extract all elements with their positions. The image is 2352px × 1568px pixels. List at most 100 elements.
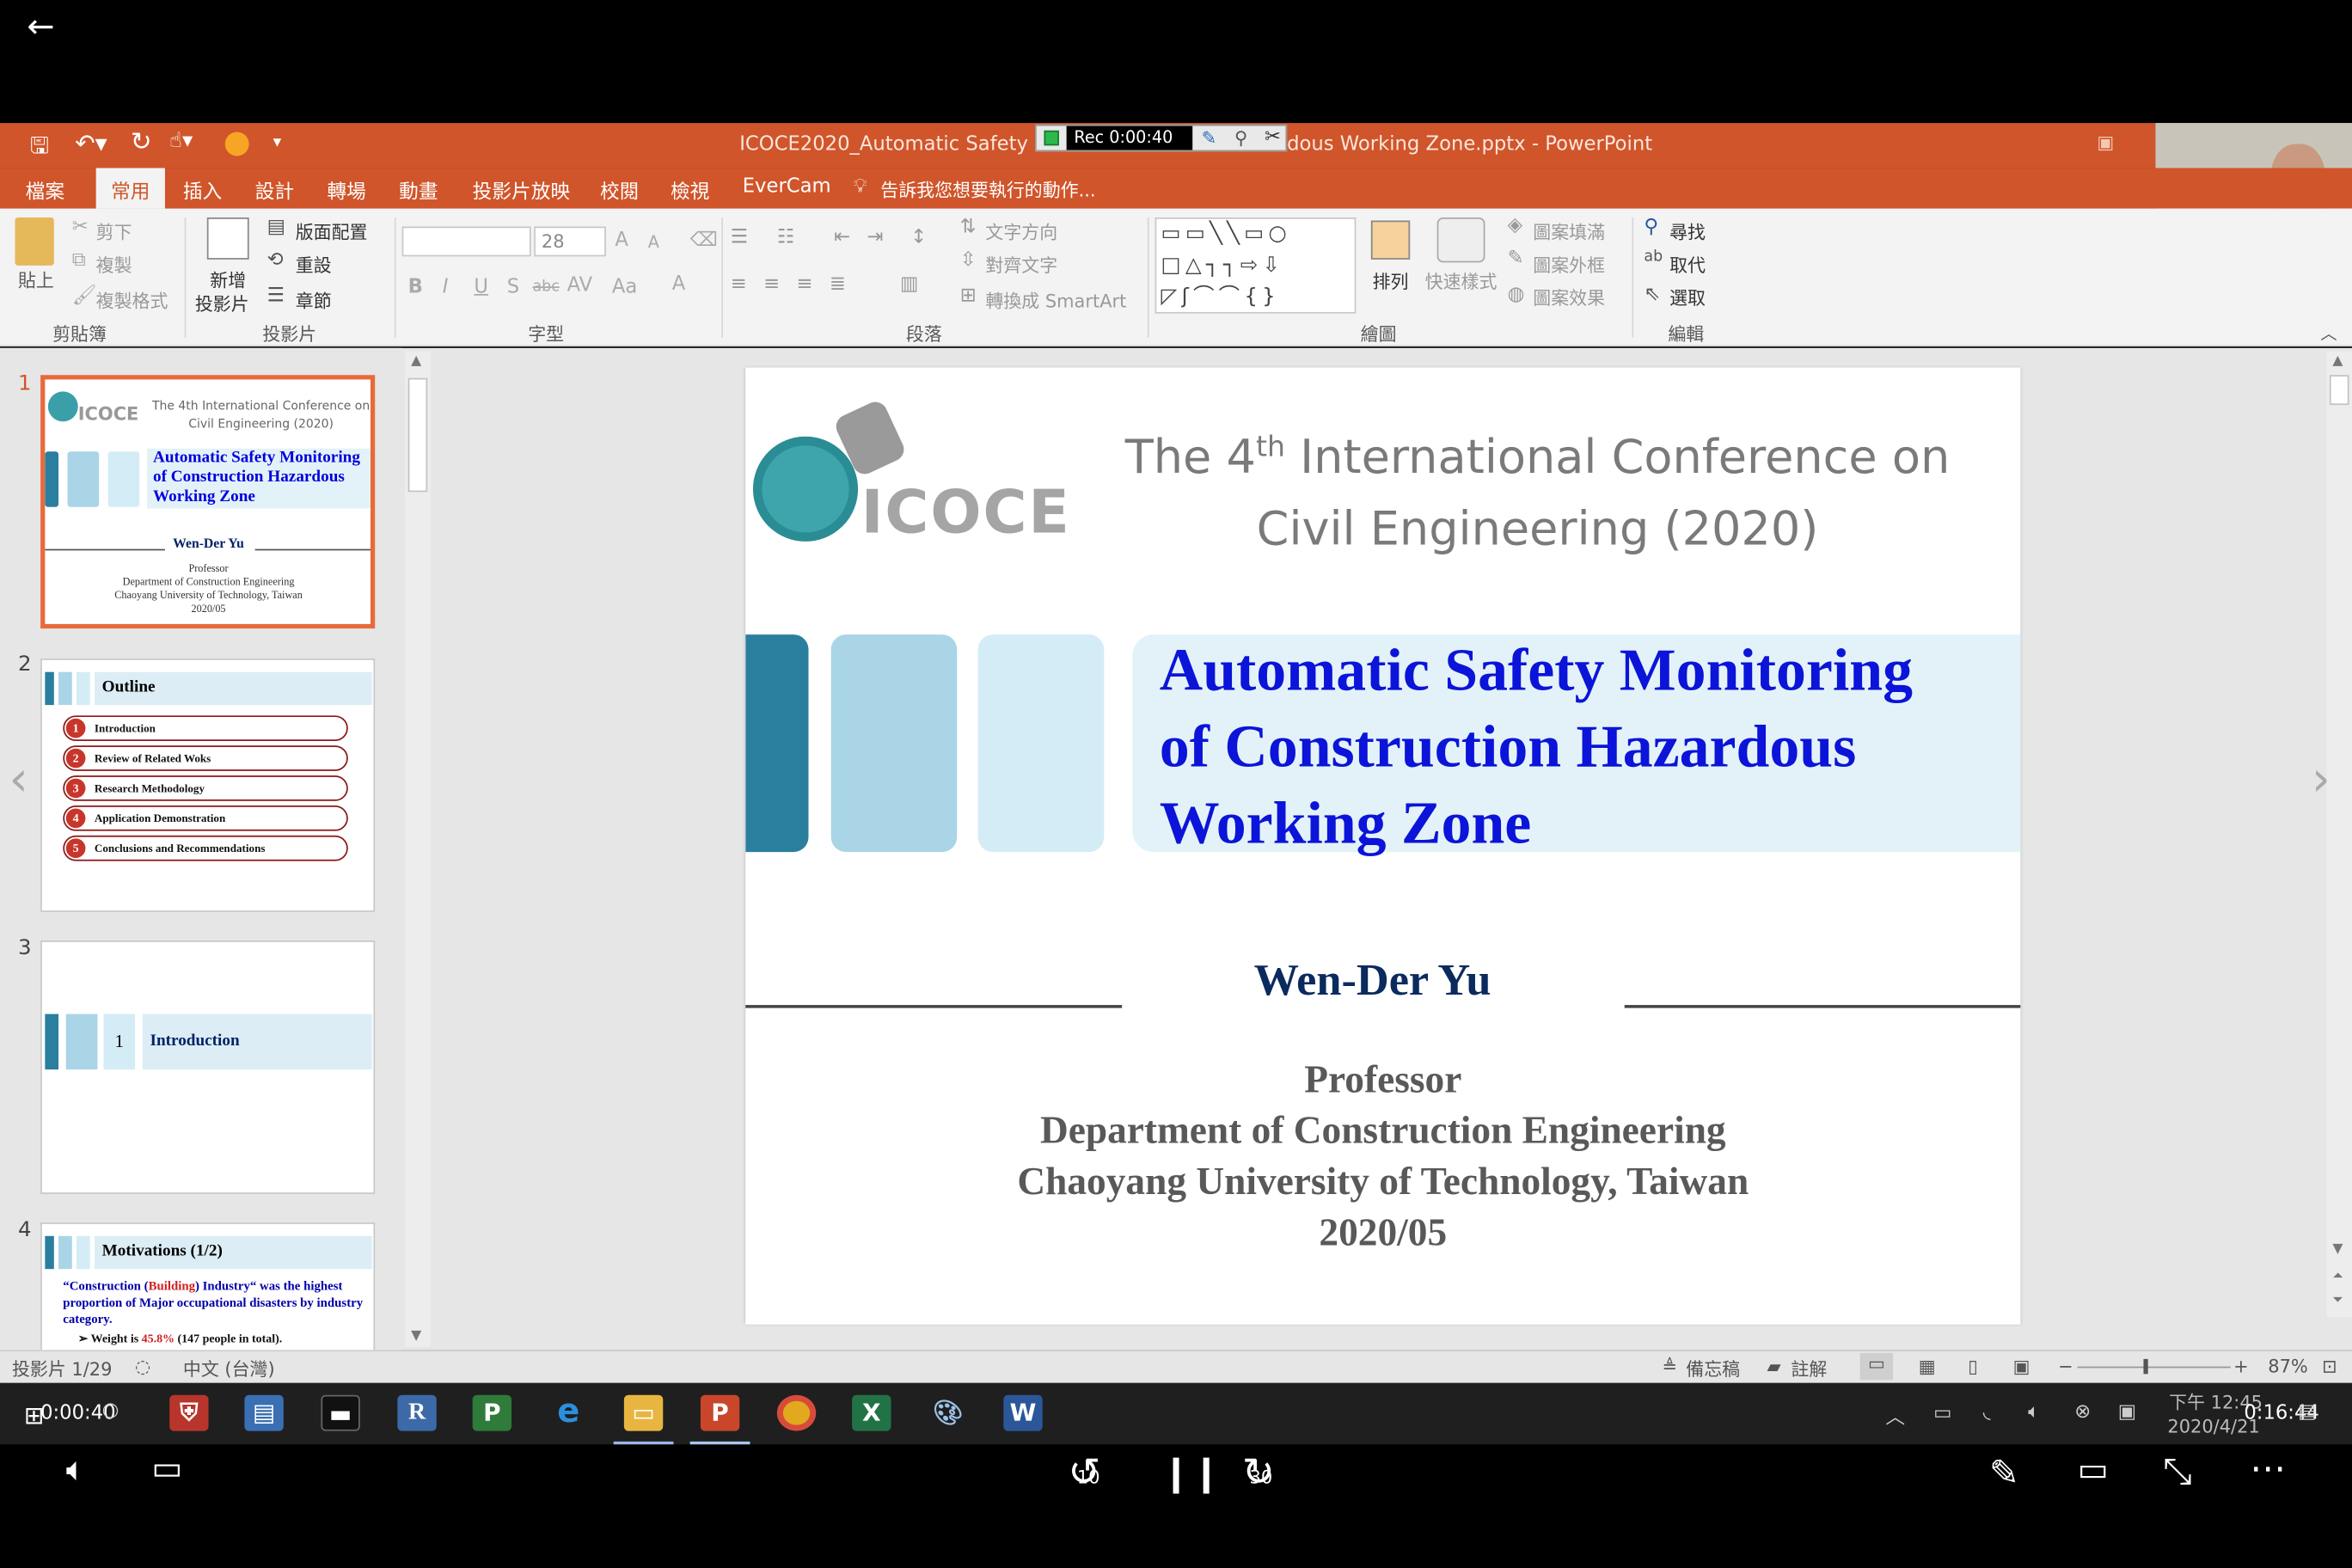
undo-icon[interactable]: ↶▾ [75,129,107,157]
project-app-icon[interactable]: P [472,1394,512,1431]
search-icon[interactable]: ○ [102,1400,119,1422]
tab-animations[interactable]: 動畫 [399,175,438,204]
pen-icon[interactable]: ✎ [1989,1452,2019,1494]
comments-button[interactable]: 註解 [1791,1356,1827,1381]
layout-button[interactable]: 版面配置 [296,219,368,245]
justify-icon[interactable]: ≣ [830,273,846,296]
italic-icon[interactable]: I [443,276,449,298]
show-hidden-icons-icon[interactable]: ︿ [1885,1401,1905,1430]
fit-slide-icon[interactable]: ⊡ [2322,1356,2337,1376]
increase-indent-icon[interactable]: ⇥ [867,226,884,248]
next-slide-nav-icon[interactable]: ⏷ [2332,1293,2343,1308]
volume-control-icon[interactable]: 🔈︎ [66,1452,86,1490]
font-color-icon[interactable]: A [672,273,686,296]
normal-view-icon[interactable]: ▭ [1859,1352,1894,1381]
customize-qat-icon[interactable]: ▾ [273,132,282,152]
ribbon-display-icon[interactable]: ▣ [2097,132,2114,153]
numbering-icon[interactable]: ☷ [777,226,794,248]
tab-evercam[interactable]: EverCam [743,175,831,198]
tab-review[interactable]: 校閱 [600,175,639,204]
shadow-icon[interactable]: S [507,276,519,298]
bullets-icon[interactable]: ☰ [731,226,748,248]
more-options-icon[interactable]: ⋯ [2250,1448,2286,1490]
recorder-stop-icon[interactable]: ✂ [1265,126,1281,149]
scroll-thumb[interactable] [2329,375,2349,406]
zoom-in-icon[interactable]: + [2233,1356,2249,1376]
align-center-icon[interactable]: ≡ [763,273,780,296]
wifi-icon[interactable]: ◟ [1983,1401,1991,1424]
convert-smartart-button[interactable]: 轉換成 SmartArt [985,288,1126,314]
collapse-ribbon-icon[interactable]: ︿ [2320,321,2337,345]
paint-app-icon[interactable]: 🎨︎ [928,1395,967,1431]
chrome-browser-icon[interactable] [776,1394,817,1431]
save-icon[interactable]: 🖫 [30,131,49,168]
recorder-settings-icon[interactable]: ⚲ [1234,127,1247,148]
shape-effects-button[interactable]: 圖案效果 [1533,285,1605,311]
prev-slide-icon[interactable]: ⏶ [2332,1269,2343,1283]
arrange-icon[interactable] [1370,220,1411,260]
zoom-level[interactable]: 87% [2268,1356,2308,1376]
tab-insert[interactable]: 插入 [183,175,222,204]
font-name-box[interactable] [401,226,531,257]
main-slide[interactable]: ICOCE The 4th International Conference o… [745,367,2021,1325]
underline-icon[interactable]: U [474,276,488,298]
new-slide-label-2[interactable]: 投影片 [195,291,249,317]
format-painter-button[interactable]: 複製格式 [96,288,168,314]
copy-button[interactable]: 複製 [96,252,132,278]
scroll-up-icon[interactable]: ▲ [2332,354,2343,369]
font-size-box[interactable]: 28 [534,226,606,257]
presentation-icon[interactable] [224,132,249,156]
previous-slide-icon[interactable]: ‹ [9,750,28,806]
scroll-down-icon[interactable]: ▼ [411,1329,421,1344]
shapes-gallery[interactable]: ▭▭╲╲▭○ □△┐┐⇨⇩ ◸ʃ⌒⌒{} [1155,217,1357,314]
edge-browser-icon[interactable]: e [549,1394,588,1431]
text-direction-button[interactable]: 文字方向 [985,219,1057,245]
grow-font-icon[interactable]: A [615,230,628,252]
replace-button[interactable]: 取代 [1669,252,1706,278]
touch-mode-icon[interactable]: ☝▾ [169,129,193,153]
tab-file[interactable]: 檔案 [26,175,64,204]
section-button[interactable]: 章節 [296,288,332,314]
network-app-icon[interactable]: ▤ [244,1394,284,1431]
scroll-down-icon[interactable]: ▼ [2332,1242,2343,1257]
strikethrough-icon[interactable]: abc [532,279,559,296]
align-right-icon[interactable]: ≡ [797,273,813,296]
language-indicator[interactable]: 中文 (台灣) [183,1356,275,1381]
battery-icon[interactable]: ▭ [1933,1402,1951,1424]
arrange-button[interactable]: 排列 [1373,268,1409,294]
powerpoint-app-icon[interactable]: P [700,1394,740,1431]
notification-icon[interactable]: ▤ [2298,1401,2316,1424]
slide-scrollbar[interactable]: ▲ ▼ ⏶ ⏷ [2326,351,2352,1318]
back-arrow-icon[interactable]: ← [27,9,54,46]
thumbnail-slide-2[interactable]: Outline 1 Introduction 2 Review of Related … [40,658,376,912]
slide-sorter-icon[interactable]: ▦ [1919,1356,1936,1376]
paste-button[interactable]: 貼上 [18,267,54,293]
tab-home[interactable]: 常用 [95,168,165,209]
zoom-slider[interactable] [2077,1358,2231,1375]
r-app-icon[interactable]: R [397,1394,437,1431]
file-explorer-icon[interactable]: ▭ [623,1394,664,1431]
new-slide-label-1[interactable]: 新增 [210,267,246,293]
bold-icon[interactable]: B [408,276,423,298]
captions-icon[interactable]: ▭ [151,1450,182,1488]
quick-styles-button[interactable]: 快速樣式 [1425,268,1498,294]
char-spacing-icon[interactable]: AV [567,274,593,297]
reset-button[interactable]: 重設 [296,252,332,278]
redo-icon[interactable]: ↻ [131,127,152,157]
exit-fullscreen-icon[interactable]: ⤡ [2163,1450,2192,1492]
slideshow-icon[interactable]: ▣ [2013,1356,2030,1376]
quick-styles-icon[interactable] [1436,217,1485,263]
ime-icon[interactable]: ▣ [2118,1401,2136,1424]
spelling-icon[interactable]: ◌ [135,1356,150,1376]
thumbnail-slide-4[interactable]: Motivations (1/2) “Construction (Buildin… [40,1222,376,1351]
shape-fill-button[interactable]: 圖案填滿 [1533,219,1605,245]
scroll-thumb[interactable] [407,377,428,493]
shape-outline-button[interactable]: 圖案外框 [1533,252,1605,278]
evercam-tray-icon[interactable]: ⊗ [2074,1401,2091,1424]
clear-format-icon[interactable]: ⌫ [690,230,718,252]
paste-icon[interactable] [15,217,54,266]
select-button[interactable]: 選取 [1669,285,1706,311]
terminal-icon[interactable]: ▬ [321,1394,360,1431]
find-button[interactable]: 尋找 [1669,219,1706,245]
annotate-icon[interactable]: ✎ [1202,127,1217,148]
